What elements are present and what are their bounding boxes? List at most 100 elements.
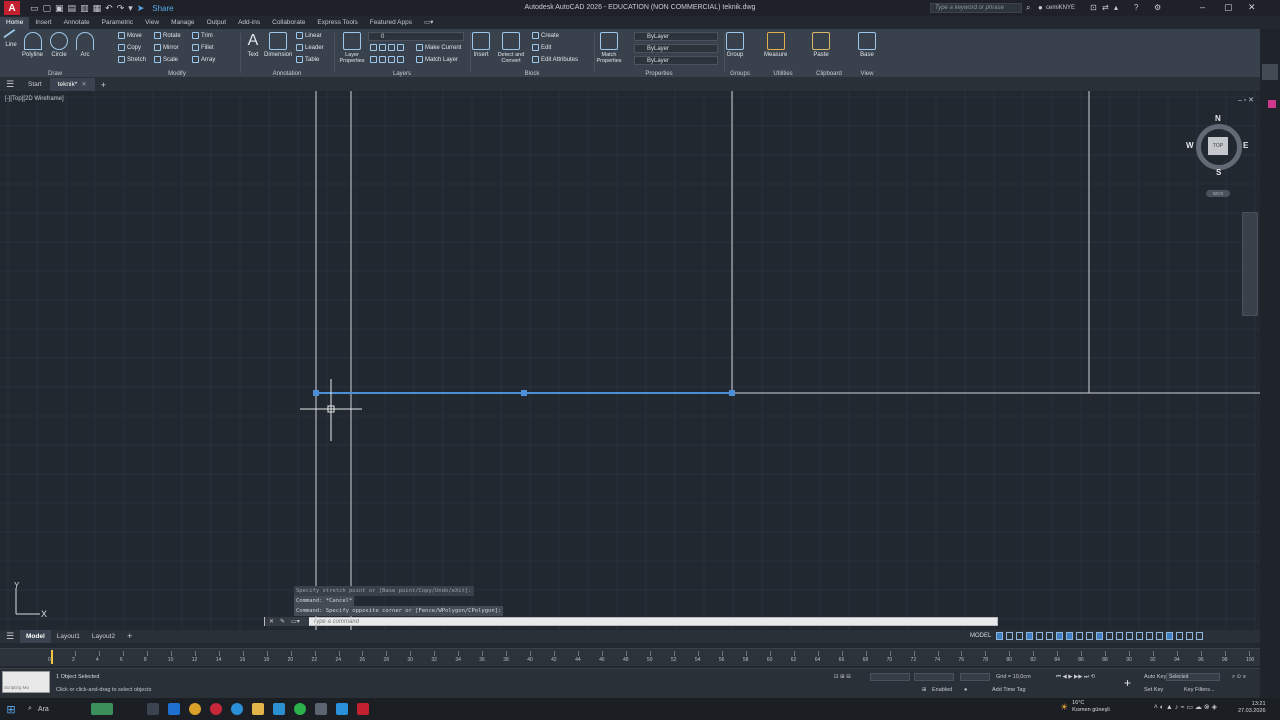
move-button[interactable]: Move [118, 32, 142, 39]
widgets-icon[interactable] [90, 703, 113, 715]
isodraft-icon[interactable] [1046, 632, 1053, 640]
draw-group-label[interactable]: Draw [0, 71, 110, 77]
add-key-icon[interactable]: + [1124, 676, 1131, 690]
tab-insert[interactable]: Insert [29, 17, 57, 29]
view-group-label[interactable]: View [852, 71, 882, 77]
fillet-button[interactable]: Fillet [192, 44, 214, 51]
linear-dropdown[interactable]: Linear [296, 32, 322, 39]
wcs-menu[interactable]: WCS [1206, 190, 1230, 197]
annotation-group-label[interactable]: Annotation [242, 71, 332, 77]
measure-button[interactable]: Measure [764, 32, 787, 58]
viewcube-top-face[interactable]: TOP [1208, 137, 1228, 155]
menu-icon[interactable]: ☰ [0, 79, 20, 90]
lineweight-dropdown[interactable]: ByLayer [634, 56, 718, 65]
add-time-tag-button[interactable]: Add Time Tag [992, 687, 1026, 693]
new-tab-icon[interactable]: + [95, 80, 112, 90]
lock-icon[interactable]: ⊡ ⊞ ⊟ [834, 674, 851, 680]
layout-menu-icon[interactable]: ☰ [0, 631, 20, 642]
plot-icon[interactable]: ▦ [93, 3, 102, 14]
tab-view[interactable]: View [139, 17, 165, 29]
search-icon[interactable]: ⌕ [1026, 3, 1030, 13]
tab-featured-apps[interactable]: Featured Apps [364, 17, 418, 29]
workspace-switching-icon[interactable] [1126, 632, 1133, 640]
tab-output[interactable]: Output [201, 17, 233, 29]
grid-toggle-icon[interactable] [996, 632, 1003, 640]
units-icon[interactable] [1146, 632, 1153, 640]
layers-group-label[interactable]: Layers [336, 71, 468, 77]
close-tab-icon[interactable]: ✕ [81, 81, 86, 88]
edit-block-button[interactable]: Edit [532, 44, 551, 51]
arc-button[interactable]: Arc [76, 32, 94, 58]
print-icon[interactable]: ▥ [80, 3, 89, 14]
autocad-logo[interactable]: A [4, 1, 20, 15]
ortho-mode-icon[interactable] [1026, 632, 1033, 640]
auto-key-button[interactable]: Auto Key [1144, 674, 1166, 680]
trim-button[interactable]: Trim [192, 32, 213, 39]
infer-constraints-icon[interactable] [1016, 632, 1023, 640]
text-button[interactable]: A Text [244, 32, 262, 58]
drawing-canvas[interactable] [0, 91, 1260, 631]
layer-tools-row1[interactable] [370, 44, 404, 51]
make-current-button[interactable]: Make Current [416, 44, 461, 51]
autocad-taskbar-icon[interactable] [357, 703, 369, 715]
leader-dropdown[interactable]: Leader [296, 44, 324, 51]
tab-collaborate[interactable]: Collaborate [266, 17, 311, 29]
search-input[interactable]: Type a keyword or phrase [930, 3, 1022, 13]
tab-add-ins[interactable]: Add-ins [232, 17, 266, 29]
tab-layout2[interactable]: Layout2 [86, 630, 121, 643]
match-properties-button[interactable]: Match Properties [596, 32, 622, 64]
quick-properties-icon[interactable] [1156, 632, 1163, 640]
auto-scale-icon[interactable] [1106, 632, 1113, 640]
customize-qa-icon[interactable]: ▾ [128, 3, 133, 14]
match-layer-button[interactable]: Match Layer [416, 56, 458, 63]
viewport-controls-label[interactable]: [-][Top][2D Wireframe] [5, 96, 64, 102]
snap-enabled-label[interactable]: Enabled [932, 687, 952, 693]
tab-parametric[interactable]: Parametric [96, 17, 139, 29]
close-icon[interactable]: ✕ [1248, 2, 1256, 13]
isolate-objects-icon[interactable] [1166, 632, 1173, 640]
tab-model[interactable]: Model [20, 630, 51, 643]
color-dropdown[interactable]: ByLayer [634, 32, 718, 41]
scale-button[interactable]: Scale [154, 56, 178, 63]
browser-icon[interactable] [231, 703, 243, 715]
stretch-button[interactable]: Stretch [118, 56, 146, 63]
status-tools-icons[interactable]: ⌕ ⊙ ≡ [1232, 674, 1246, 681]
copy-button[interactable]: Copy [118, 44, 141, 51]
animation-timeline[interactable]: 0 2 4 6 8 10 12 14 16 18 20 22 24 26 28 30 32 34 36 38 40 42 4… [0, 648, 1260, 666]
telegram-icon[interactable] [336, 703, 348, 715]
navigation-bar[interactable] [1242, 212, 1258, 316]
help-icon[interactable]: ? [1134, 3, 1138, 12]
annotation-scale-icon[interactable] [1116, 632, 1123, 640]
properties-group-label[interactable]: Properties [596, 71, 722, 77]
command-recent-icon[interactable]: ▭▾ [291, 618, 300, 625]
file-explorer-icon[interactable] [252, 703, 264, 715]
object-snap-tracking-icon[interactable] [1056, 632, 1063, 640]
viewport-restore-icon[interactable]: ▫ [1244, 97, 1246, 104]
opera-icon[interactable] [210, 703, 222, 715]
graphics-performance-icon[interactable] [1176, 632, 1183, 640]
utilities-group-label[interactable]: Utilities [760, 71, 806, 77]
edge-icon[interactable] [168, 703, 180, 715]
command-input[interactable] [309, 617, 969, 626]
minimize-icon[interactable]: – [1200, 2, 1205, 12]
insert-block-button[interactable]: Insert [472, 32, 490, 58]
block-group-label[interactable]: Block [472, 71, 592, 77]
user-icon[interactable]: ● [1038, 3, 1043, 12]
viewcube[interactable]: TOP N S E W [1186, 114, 1250, 178]
customization-icon[interactable] [1196, 632, 1203, 640]
settings-app-icon[interactable] [315, 703, 327, 715]
scripting-mode-thumbnail[interactable]: Scripting Mo [2, 671, 50, 693]
groups-group-label[interactable]: Groups [724, 71, 756, 77]
tray-icons[interactable]: ˄ ◐ ▲ ♪ ⌁ ▭ ☁ ⊗ ◈ [1154, 703, 1217, 711]
object-snap-icon[interactable] [1066, 632, 1073, 640]
lineweight-icon[interactable] [1076, 632, 1083, 640]
undo-icon[interactable]: ↶ [105, 3, 113, 14]
side-pin-icon[interactable] [1268, 100, 1276, 108]
viewport-close-icon[interactable]: ✕ [1248, 97, 1254, 104]
task-view-icon[interactable] [147, 703, 159, 715]
grip-end[interactable] [729, 390, 735, 396]
weather-widget[interactable]: 16°C Kısmen güneşli [1072, 700, 1110, 714]
tab-annotate[interactable]: Annotate [58, 17, 96, 29]
viewport-minimize-icon[interactable]: – [1238, 97, 1242, 104]
base-view-button[interactable]: Base [858, 32, 876, 58]
